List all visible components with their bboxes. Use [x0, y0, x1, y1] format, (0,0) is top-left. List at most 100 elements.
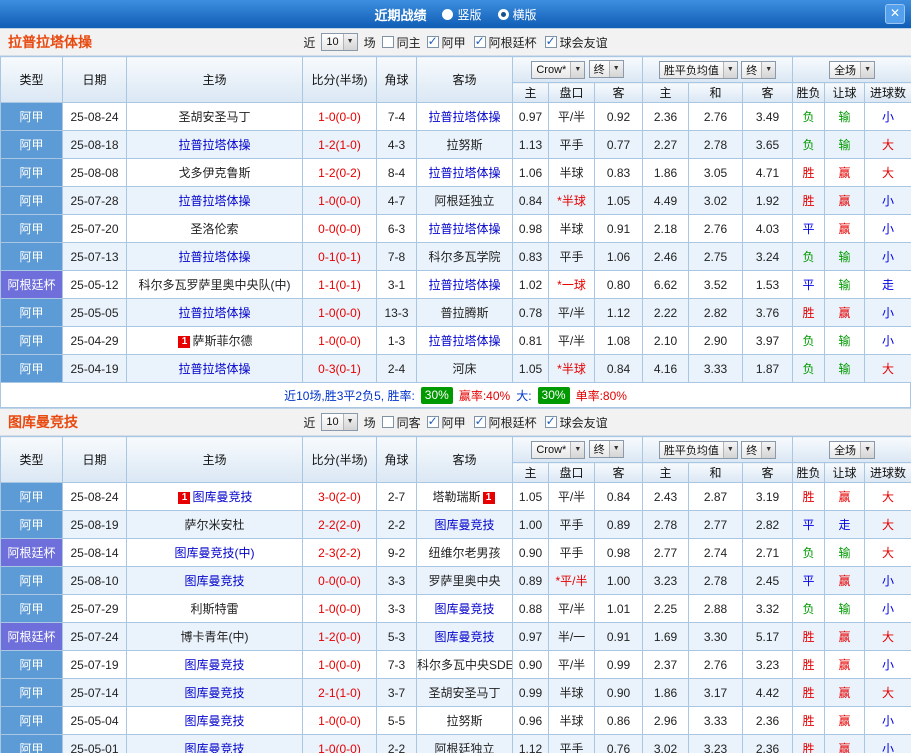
- filter-league[interactable]: 阿根廷杯: [473, 34, 537, 51]
- checkbox-icon[interactable]: [473, 34, 486, 48]
- col-header-home: 主场: [126, 56, 303, 103]
- filter-league[interactable]: 球会友谊: [544, 34, 608, 51]
- subcol-asia-home: 主: [512, 462, 549, 483]
- odds-company-select[interactable]: Crow* ▼: [531, 61, 586, 79]
- result-wdl: 平: [792, 214, 826, 243]
- europe-away-odds: 1.53: [742, 270, 794, 299]
- filter-same-venue[interactable]: 同客: [381, 414, 421, 431]
- corner-cell: 3-7: [376, 678, 417, 707]
- europe-avg-select[interactable]: 胜平负均值 ▼: [658, 440, 738, 459]
- summary-bar: 近10场,胜3平2负5, 胜率: 30% 赢率:40% 大: 30% 单率:80…: [0, 383, 911, 408]
- result-wdl: 胜: [792, 622, 826, 651]
- team-name: 圣胡安圣马丁: [178, 110, 251, 124]
- europe-away-odds: 3.76: [742, 298, 794, 327]
- asia-home-odds: 0.84: [512, 186, 549, 215]
- filter-same-venue[interactable]: 同主: [381, 34, 421, 51]
- europe-home-odds: 2.46: [642, 242, 690, 271]
- match-count-value: 10: [326, 36, 339, 48]
- subcol-result-goals: 进球数: [864, 82, 911, 103]
- match-type: 阿甲: [0, 566, 63, 595]
- summary-big-label: 大:: [516, 388, 532, 403]
- checkbox-icon[interactable]: [426, 34, 439, 48]
- asia-handicap: *半球: [548, 186, 595, 215]
- team-name: 博卡青年(中): [180, 630, 249, 644]
- europe-home-odds: 2.27: [642, 130, 690, 159]
- asia-home-odds: 1.12: [512, 734, 549, 753]
- away-team-cell: 图库曼竞技: [416, 510, 513, 539]
- odds-company-select[interactable]: Crow* ▼: [531, 441, 586, 459]
- team-name: 河床: [452, 362, 477, 376]
- team-name: 图库曼竞技: [184, 658, 245, 672]
- layout-radio-option[interactable]: 竖版: [442, 6, 482, 23]
- filter-league[interactable]: 阿根廷杯: [473, 414, 537, 431]
- match-count-select[interactable]: 10 ▼: [321, 33, 358, 51]
- match-type: 阿根廷杯: [0, 538, 63, 567]
- europe-final-select[interactable]: 终 ▼: [741, 440, 777, 459]
- asia-away-odds: 1.01: [593, 594, 644, 623]
- close-button[interactable]: ✕: [885, 4, 905, 24]
- scope-select[interactable]: 全场 ▼: [829, 440, 876, 459]
- away-team-cell: 拉普拉塔体操: [416, 214, 513, 243]
- asia-handicap: 平手: [548, 242, 595, 271]
- summary-handicap-rate: 赢率:40%: [458, 388, 511, 403]
- corner-cell: 3-3: [376, 566, 417, 595]
- match-type: 阿甲: [0, 214, 63, 243]
- checkbox-icon[interactable]: [426, 414, 439, 428]
- result-handicap: 赢: [824, 678, 866, 707]
- match-date: 25-07-20: [62, 214, 127, 243]
- result-goals: 小: [864, 734, 911, 753]
- corner-cell: 3-3: [376, 594, 417, 623]
- filter-league[interactable]: 球会友谊: [544, 414, 608, 431]
- red-card-badge: 1: [178, 336, 191, 348]
- asia-handicap: *平/半: [548, 566, 595, 595]
- odds-final-select[interactable]: 终 ▼: [588, 60, 624, 78]
- checkbox-icon[interactable]: [381, 36, 394, 48]
- europe-final-select[interactable]: 终 ▼: [741, 60, 777, 79]
- result-handicap: 赢: [824, 650, 866, 679]
- filter-bar: 近 10▼ 场 同客 阿甲 阿根廷杯 球会友谊: [303, 413, 608, 431]
- scope-select[interactable]: 全场 ▼: [829, 60, 876, 79]
- europe-avg-select[interactable]: 胜平负均值 ▼: [658, 60, 738, 79]
- filter-league-label: 阿甲: [441, 35, 466, 50]
- result-handicap: 赢: [824, 158, 866, 187]
- europe-odds-header: 胜平负均值 ▼ 终 ▼: [642, 56, 794, 83]
- match-type: 阿根廷杯: [0, 270, 63, 299]
- asia-away-odds: 0.90: [593, 678, 644, 707]
- away-team-cell: 纽维尔老男孩: [416, 538, 513, 567]
- asia-home-odds: 1.06: [512, 158, 549, 187]
- team-name: 科尔多瓦罗萨里奥中央队(中): [138, 278, 291, 292]
- asia-handicap: 平手: [548, 510, 595, 539]
- odds-final-value: 终: [593, 64, 605, 76]
- team-name: 圣胡安圣马丁: [428, 686, 501, 700]
- checkbox-icon[interactable]: [544, 34, 557, 48]
- asia-away-odds: 0.84: [593, 482, 644, 511]
- result-goals: 小: [864, 326, 911, 355]
- filter-league[interactable]: 阿甲: [426, 414, 466, 431]
- match-date: 25-07-29: [62, 594, 127, 623]
- layout-radio-option[interactable]: 横版: [497, 6, 537, 23]
- away-team-cell: 普拉腾斯: [416, 298, 513, 327]
- europe-away-odds: 1.87: [742, 354, 794, 383]
- filter-league[interactable]: 阿甲: [426, 34, 466, 51]
- match-count-select[interactable]: 10 ▼: [321, 413, 358, 431]
- match-type: 阿甲: [0, 354, 63, 383]
- asia-away-odds: 0.86: [593, 706, 644, 735]
- away-team-cell: 罗萨里奥中央: [416, 566, 513, 595]
- result-handicap: 赢: [824, 622, 866, 651]
- asia-handicap: 平/半: [548, 326, 595, 355]
- checkbox-icon[interactable]: [381, 416, 394, 428]
- team-name: 阿根廷独立: [434, 194, 495, 208]
- odds-final-select[interactable]: 终 ▼: [588, 440, 624, 458]
- europe-away-odds: 3.49: [742, 102, 794, 131]
- checkbox-icon[interactable]: [473, 414, 486, 428]
- score-cell: 1-0(0-0): [302, 326, 377, 355]
- corner-cell: 1-3: [376, 326, 417, 355]
- subcol-europe-away: 客: [742, 462, 794, 483]
- checkbox-icon[interactable]: [544, 414, 557, 428]
- match-date: 25-07-19: [62, 650, 127, 679]
- result-wdl: 胜: [792, 482, 826, 511]
- score-cell: 1-0(0-0): [302, 102, 377, 131]
- asia-away-odds: 0.83: [593, 158, 644, 187]
- scope-header: 全场 ▼: [792, 56, 911, 83]
- asia-handicap: 半/一: [548, 622, 595, 651]
